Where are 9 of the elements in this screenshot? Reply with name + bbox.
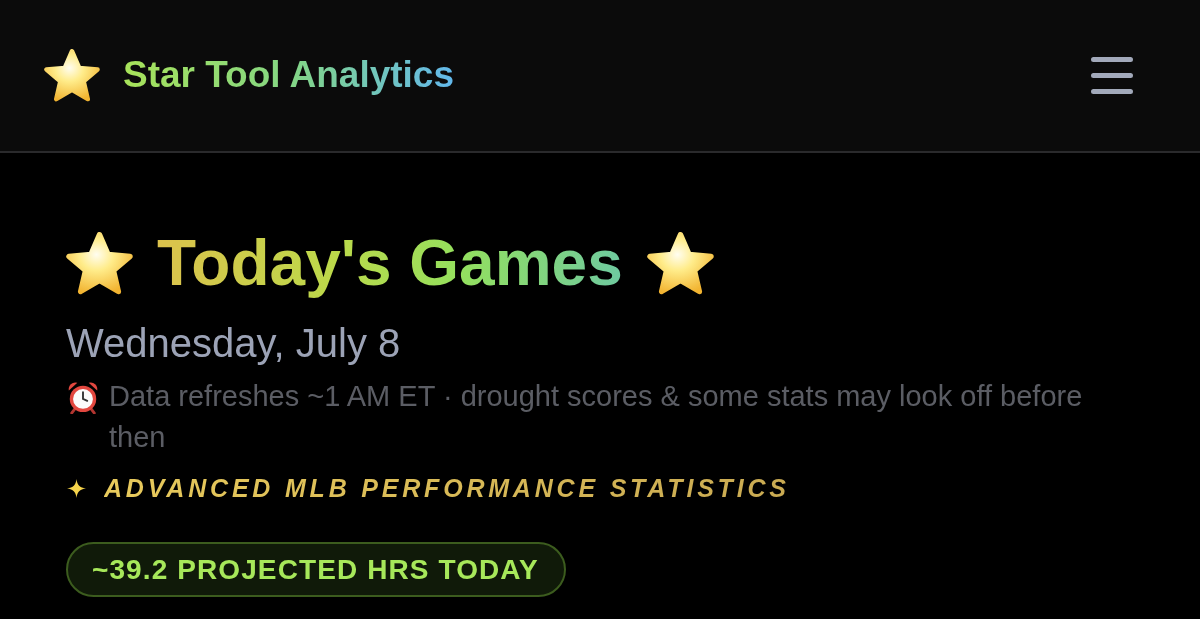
star-icon (646, 231, 714, 295)
projection-badge: ~39.2 PROJECTED HRS TODAY (66, 542, 566, 597)
refresh-notice: Data refreshes ~1 AM ET · drought scores & some stats may look off before then (109, 379, 1084, 455)
alarm-clock-icon (66, 380, 100, 414)
date-text: Wednesday, July 8 (66, 320, 401, 366)
star-icon (44, 49, 100, 102)
menu-icon (1091, 57, 1133, 94)
sparkle-icon (67, 478, 86, 498)
star-icon (66, 231, 133, 295)
